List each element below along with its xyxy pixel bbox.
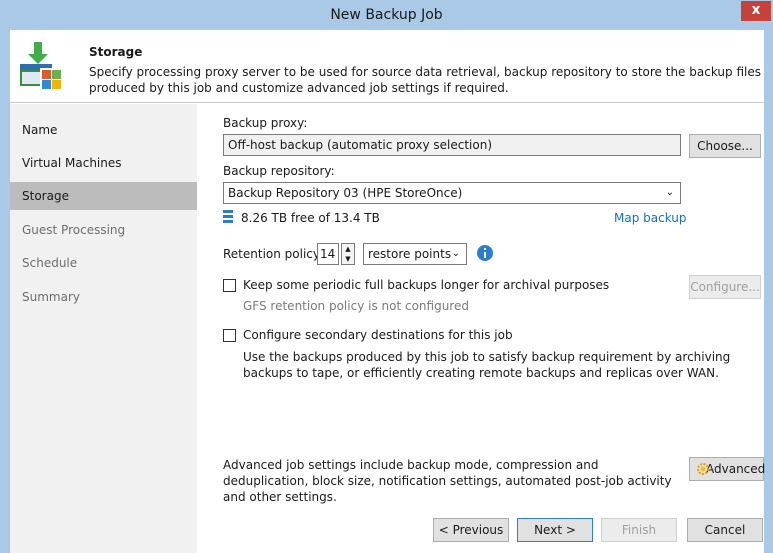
advanced-settings-description: Advanced job settings include backup mod… [223, 458, 672, 504]
step-header: Storage Specify processing proxy server … [10, 30, 764, 103]
storage-wizard-icon [20, 42, 62, 90]
new-backup-job-window: New Backup Job x Storage Specify process… [0, 0, 773, 553]
spinner-down-icon[interactable]: ▼ [342, 254, 354, 264]
gfs-retention-label: Keep some periodic full backups longer f… [243, 278, 610, 292]
retention-spinner[interactable]: ▲ ▼ [341, 243, 355, 265]
spinner-up-icon[interactable]: ▲ [342, 244, 354, 254]
retention-value-input[interactable]: 14 [317, 243, 339, 265]
database-icon [223, 210, 233, 223]
secondary-destinations-checkbox[interactable] [223, 329, 236, 342]
sidebar-item-schedule[interactable]: Schedule [10, 249, 197, 277]
secondary-destinations-label: Configure secondary destinations for thi… [243, 328, 513, 342]
chevron-down-icon: ⌄ [451, 248, 460, 259]
backup-proxy-field: Off-host backup (automatic proxy selecti… [223, 134, 681, 156]
sidebar-item-name[interactable]: Name [10, 116, 197, 144]
gear-icon [697, 463, 709, 475]
sidebar-item-guest-processing[interactable]: Guest Processing [10, 216, 197, 244]
advanced-button-label: Advanced [706, 462, 766, 476]
storage-settings-panel: Backup proxy: Off-host backup (automatic… [197, 104, 766, 553]
close-button[interactable]: x [741, 1, 771, 21]
sidebar-item-summary[interactable]: Summary [10, 283, 197, 311]
backup-repository-value: Backup Repository 03 (HPE StoreOnce) [228, 186, 463, 200]
backup-repository-select[interactable]: Backup Repository 03 (HPE StoreOnce) ⌄ [223, 182, 681, 204]
previous-button[interactable]: < Previous [433, 518, 509, 542]
backup-repository-label: Backup repository: [223, 164, 335, 178]
repository-free-space: 8.26 TB free of 13.4 TB [241, 211, 380, 225]
next-button[interactable]: Next > [517, 518, 593, 542]
cancel-button[interactable]: Cancel [687, 518, 763, 542]
advanced-button[interactable]: Advanced [689, 457, 766, 481]
chevron-down-icon: ⌄ [665, 187, 674, 198]
choose-proxy-button[interactable]: Choose... [689, 134, 761, 158]
configure-gfs-button[interactable]: Configure... [689, 275, 761, 299]
retention-unit-value: restore points [368, 247, 452, 261]
step-description: Specify processing proxy server to be us… [89, 65, 761, 95]
sidebar-item-storage[interactable]: Storage [10, 182, 197, 210]
finish-button[interactable]: Finish [601, 518, 677, 542]
secondary-destinations-description: Use the backups produced by this job to … [243, 350, 731, 380]
retention-policy-label: Retention policy: [223, 247, 324, 261]
sidebar-item-virtual-machines[interactable]: Virtual Machines [10, 149, 197, 177]
gfs-retention-checkbox[interactable] [223, 279, 236, 292]
retention-unit-select[interactable]: restore points ⌄ [363, 243, 467, 265]
gfs-status-text: GFS retention policy is not configured [243, 299, 469, 313]
step-title: Storage [89, 45, 143, 59]
info-icon[interactable] [477, 245, 493, 261]
wizard-sidebar: Name Virtual Machines Storage Guest Proc… [10, 104, 197, 553]
backup-proxy-label: Backup proxy: [223, 116, 308, 130]
window-title: New Backup Job [330, 7, 443, 23]
map-backup-link[interactable]: Map backup [614, 211, 687, 225]
title-bar: New Backup Job x [0, 0, 773, 30]
